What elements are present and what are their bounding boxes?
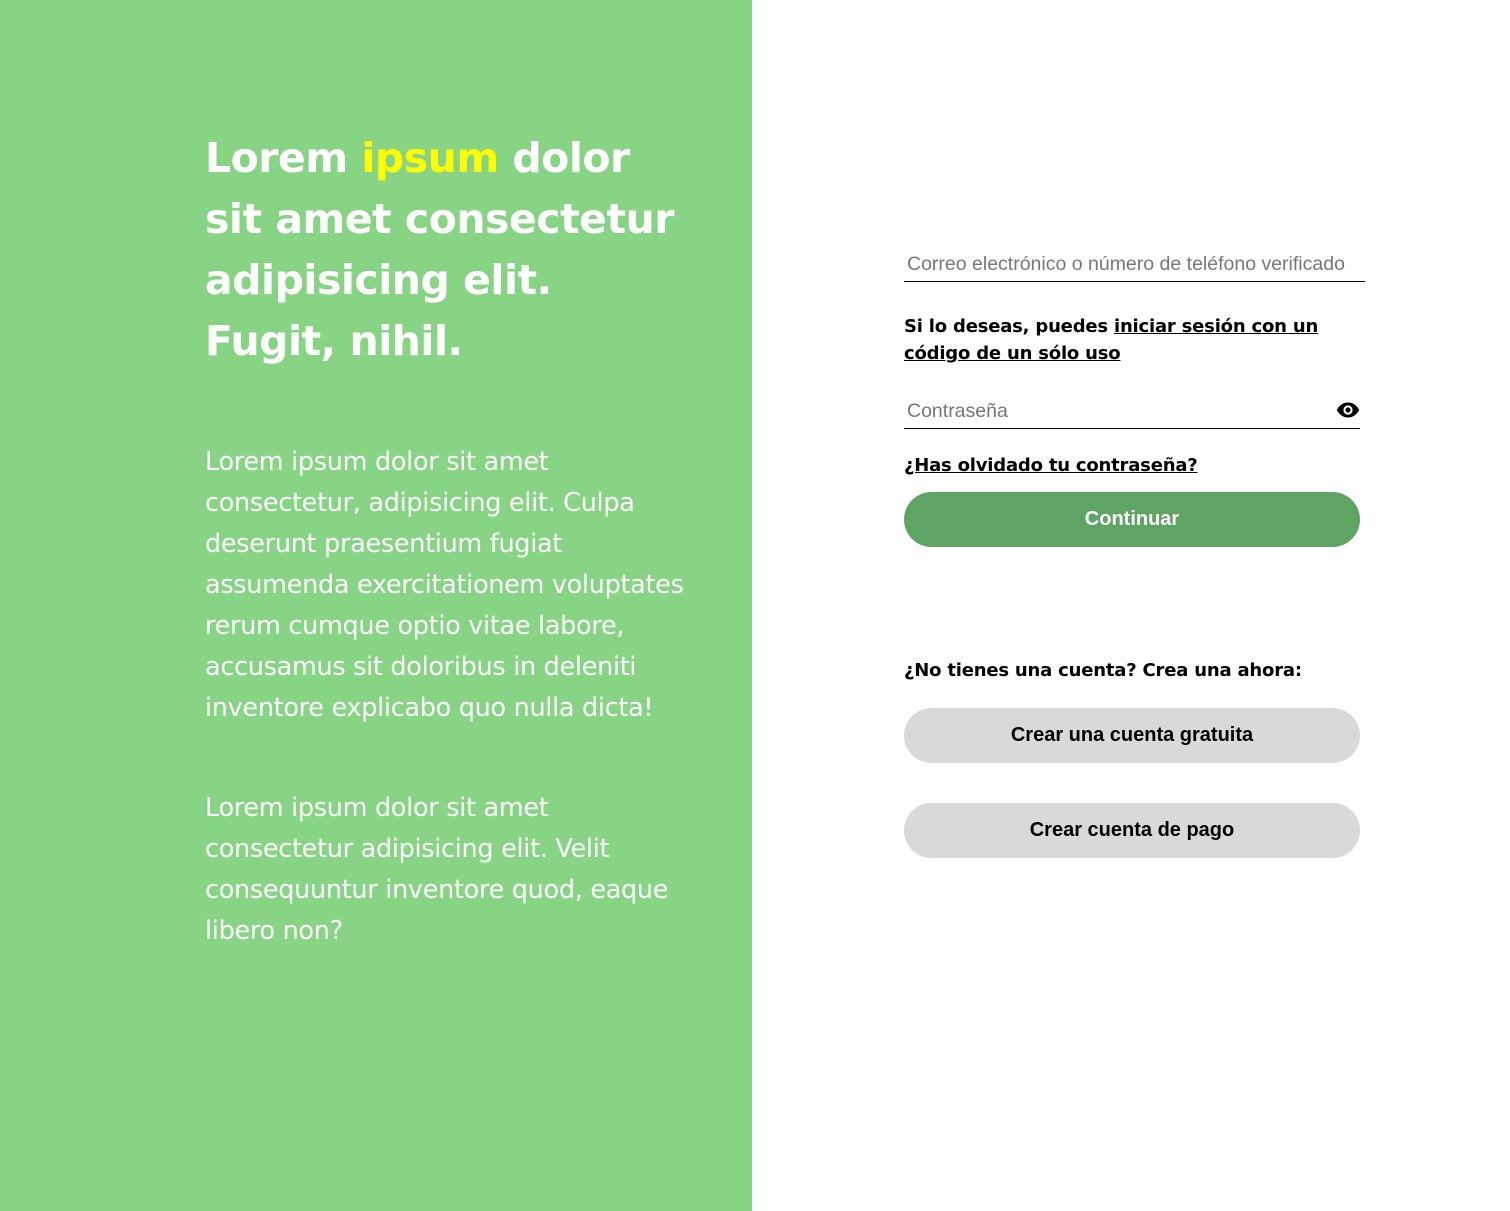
hero-headline: Lorem ipsum dolor sit amet consectetur a… <box>205 128 685 372</box>
hero-paragraph-2: Lorem ipsum dolor sit amet consectetur a… <box>205 793 669 946</box>
login-form: Si lo deseas, puedes iniciar sesión con … <box>904 250 1365 858</box>
otp-hint-prefix: Si lo deseas, puedes <box>904 316 1114 337</box>
headline-accent-word: ipsum <box>361 134 499 182</box>
hero-panel: Lorem ipsum dolor sit amet consectetur a… <box>0 0 752 1211</box>
password-field-wrapper <box>904 397 1360 429</box>
continue-button[interactable]: Continuar <box>904 492 1360 547</box>
otp-hint: Si lo deseas, puedes iniciar sesión con … <box>904 313 1365 367</box>
login-page: Lorem ipsum dolor sit amet consectetur a… <box>0 0 1510 1211</box>
create-free-account-button[interactable]: Crear una cuenta gratuita <box>904 708 1360 763</box>
hero-paragraph-1: Lorem ipsum dolor sit amet consectetur, … <box>205 447 684 723</box>
email-field-wrapper <box>904 250 1365 282</box>
hero-content: Lorem ipsum dolor sit amet consectetur a… <box>205 128 685 952</box>
password-input[interactable] <box>904 397 1360 425</box>
headline-start: Lorem <box>205 134 362 182</box>
eye-icon[interactable] <box>1336 401 1360 419</box>
email-input[interactable] <box>904 250 1365 278</box>
forgot-password-link[interactable]: ¿Has olvidado tu contraseña? <box>904 454 1198 478</box>
create-paid-account-button[interactable]: Crear cuenta de pago <box>904 803 1360 858</box>
signup-prompt: ¿No tienes una cuenta? Crea una ahora: <box>904 660 1302 681</box>
login-panel: Si lo deseas, puedes iniciar sesión con … <box>752 0 1510 1211</box>
